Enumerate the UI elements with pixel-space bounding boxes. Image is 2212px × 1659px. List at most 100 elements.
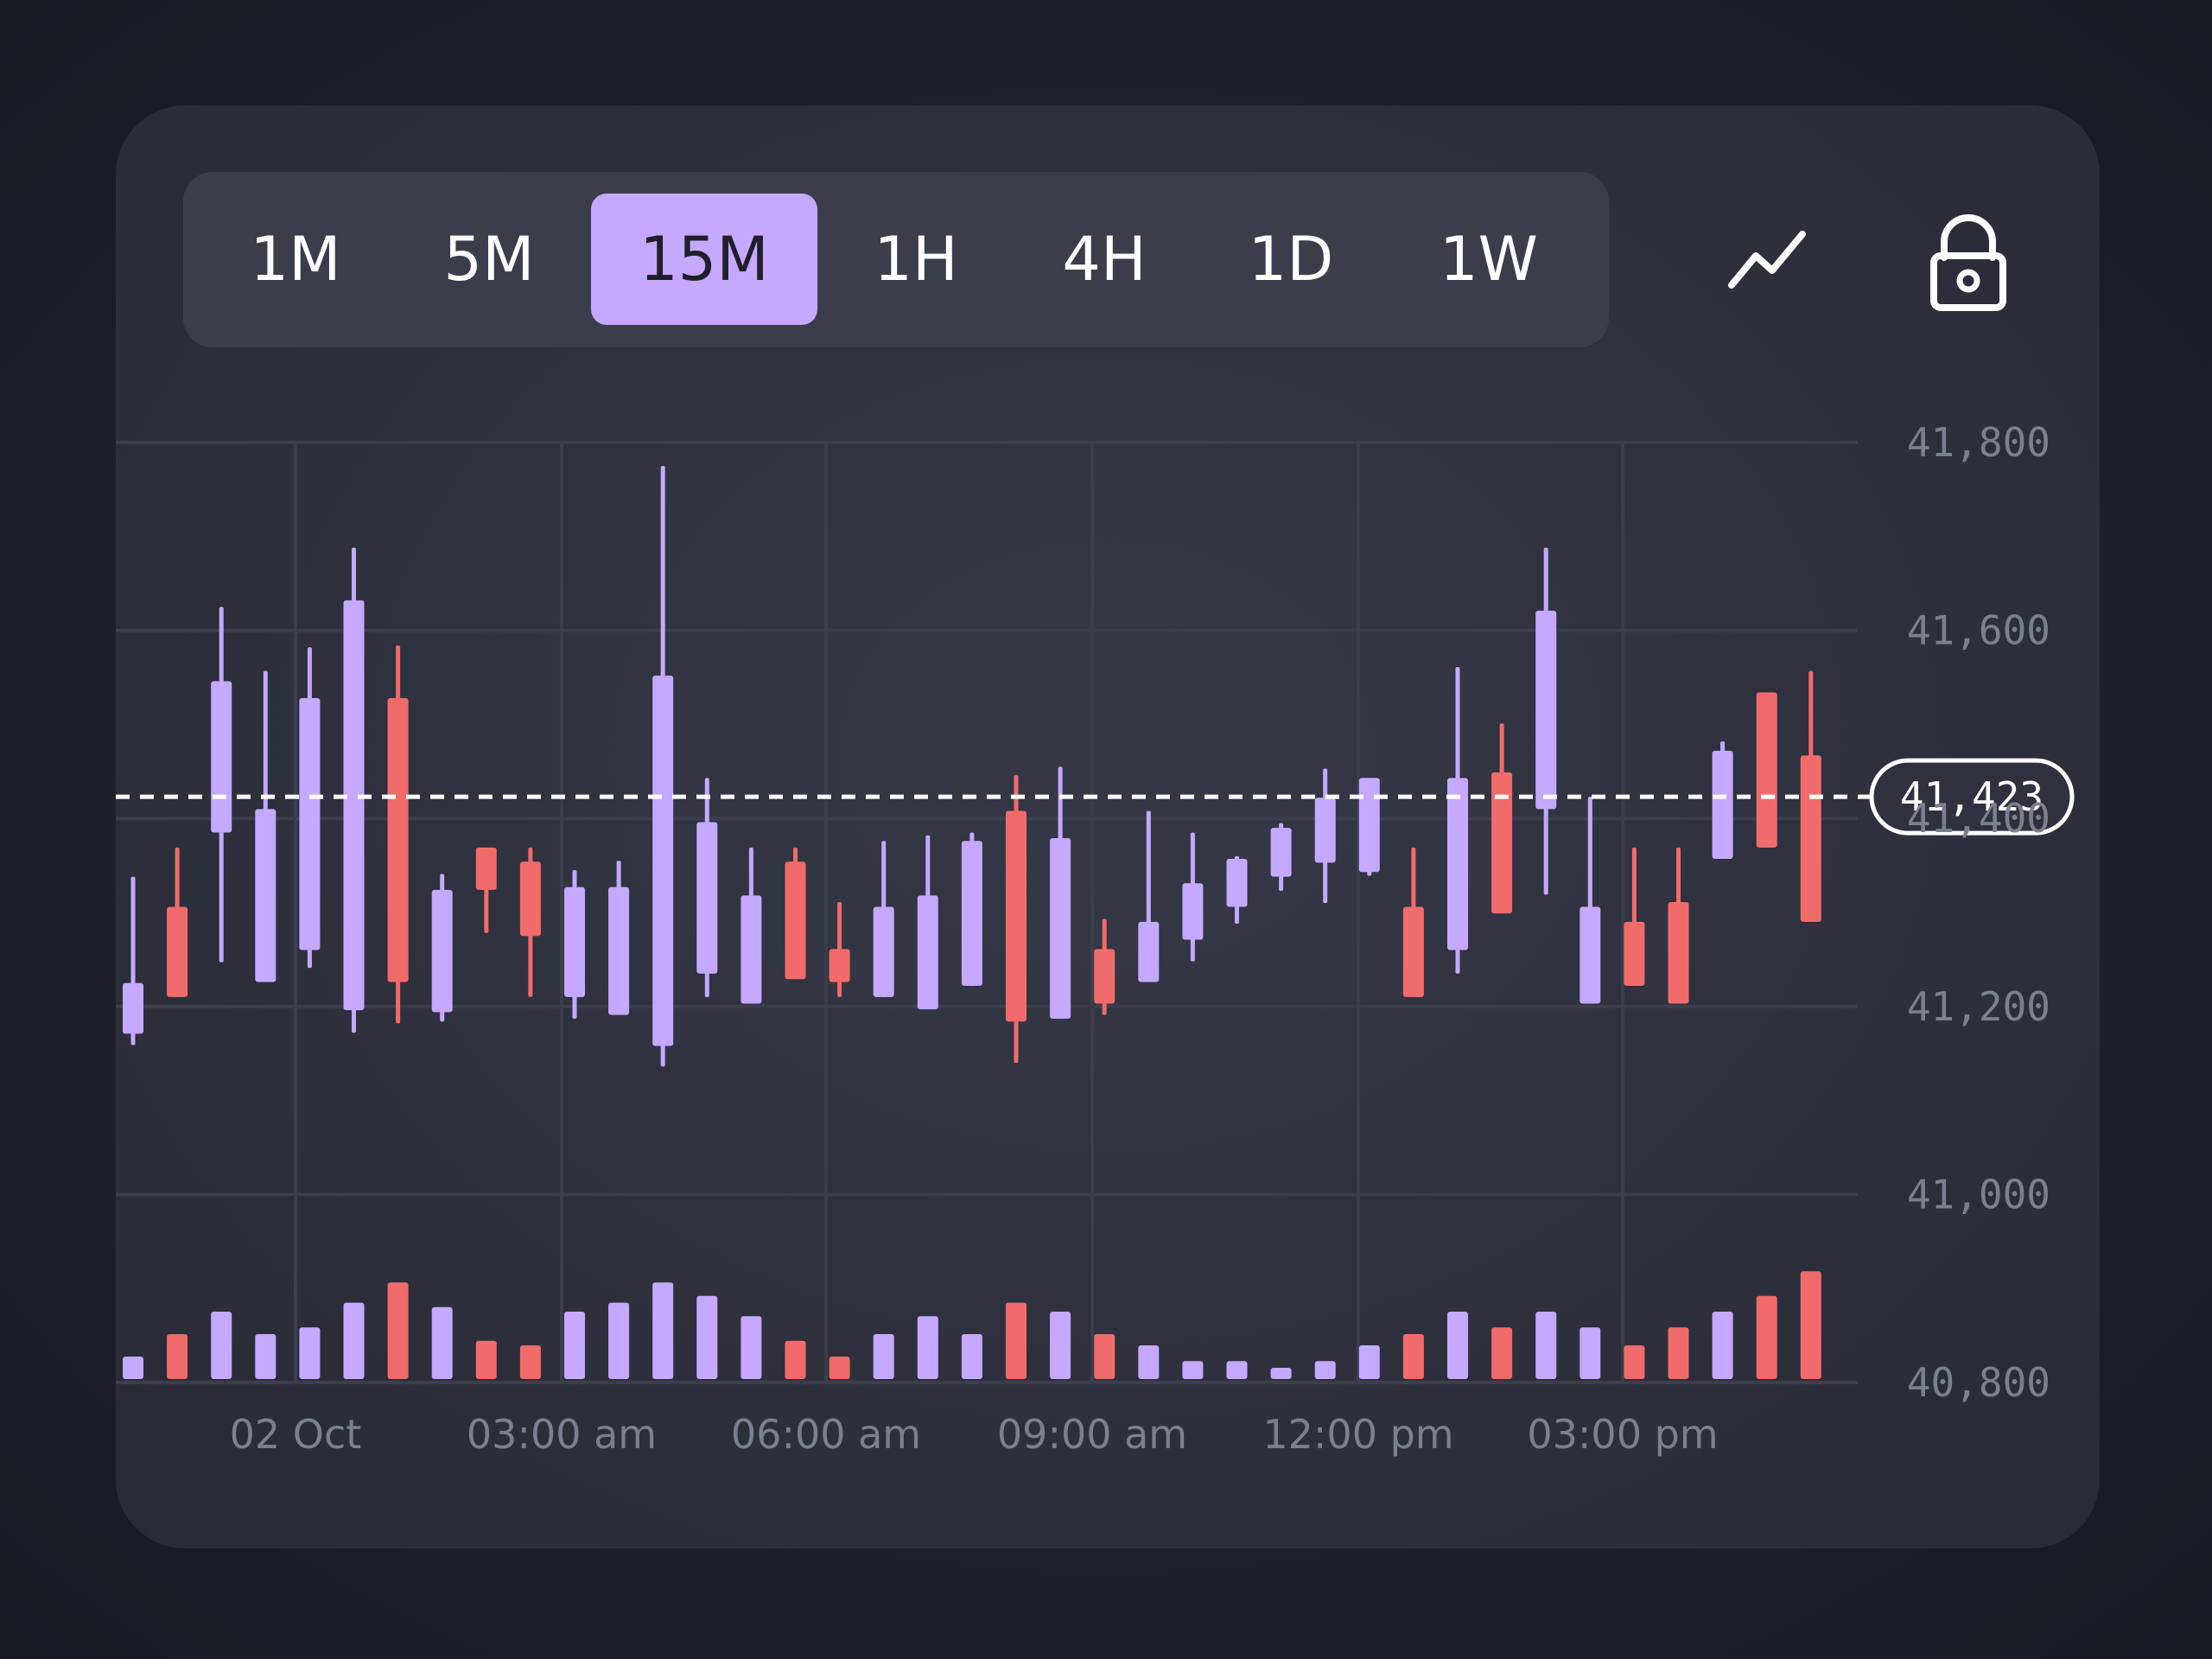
- volume-bar: [343, 1302, 365, 1379]
- volume-bar: [1226, 1361, 1248, 1379]
- candle-body: [652, 675, 674, 1046]
- candle-body: [1580, 906, 1601, 1004]
- candle-body: [1712, 750, 1733, 859]
- candle-body: [1138, 921, 1160, 982]
- volume-bar: [1006, 1302, 1027, 1379]
- volume-bar: [519, 1345, 541, 1379]
- volume-bar: [1624, 1345, 1645, 1379]
- candle-body: [1800, 755, 1821, 922]
- candle-body: [829, 949, 850, 982]
- candle-body: [1050, 838, 1071, 1019]
- candle-body: [255, 809, 276, 982]
- candle-body: [1314, 798, 1336, 863]
- candle-body: [475, 847, 497, 890]
- candle: [1712, 741, 1733, 859]
- volume-bar: [431, 1306, 453, 1379]
- candle-body: [343, 600, 365, 1011]
- candle-body: [431, 889, 453, 1013]
- candle-body: [123, 982, 143, 1034]
- candle: [1358, 778, 1380, 876]
- volume-bar: [255, 1334, 276, 1379]
- candle-body: [387, 697, 409, 982]
- candle: [608, 861, 630, 1015]
- candle: [917, 835, 938, 1010]
- candle: [1006, 775, 1027, 1064]
- candle: [255, 671, 276, 982]
- candle: [123, 876, 143, 1046]
- candle: [299, 647, 321, 969]
- candle-body: [917, 895, 938, 1010]
- candle: [1050, 766, 1071, 1019]
- volume-bar: [741, 1316, 762, 1379]
- candle: [167, 847, 188, 997]
- candle: [785, 847, 806, 980]
- volume-bar: [1402, 1334, 1424, 1379]
- candlestick-chart: 41,423 41,80041,60041,40041,20041,00040,…: [116, 419, 2075, 1458]
- volume-bar: [1800, 1271, 1821, 1379]
- candle-body: [696, 822, 718, 974]
- volume-bar: [1668, 1327, 1689, 1379]
- candle: [1094, 918, 1116, 1015]
- y-tick-label: 41,000: [1907, 1171, 2050, 1217]
- volume-bar: [1182, 1361, 1204, 1379]
- volume-bar: [299, 1327, 321, 1379]
- candle: [652, 466, 674, 1067]
- candle-body: [608, 887, 630, 1015]
- y-tick-label: 40,800: [1907, 1359, 2050, 1406]
- y-axis: 41,800 41,600 41,400 41,200 41,000 40,800: [1907, 419, 2050, 1406]
- candle-body: [1447, 778, 1468, 950]
- candle: [1624, 847, 1645, 986]
- candle-body: [1094, 949, 1116, 1004]
- volume-bar: [608, 1302, 630, 1379]
- candle-body: [1182, 883, 1204, 940]
- candle-body: [1756, 692, 1777, 848]
- x-tick-label: 03:00 pm: [1527, 1411, 1718, 1458]
- candle-body: [741, 895, 762, 1004]
- candle-body: [299, 697, 321, 950]
- candle: [564, 870, 585, 1019]
- volume-bar: [1535, 1312, 1557, 1379]
- candle-body: [564, 887, 585, 997]
- volume-bar: [564, 1312, 585, 1379]
- volume-bar: [211, 1312, 232, 1379]
- volume-bar: [1580, 1327, 1601, 1379]
- candle: [1447, 667, 1468, 974]
- candle: [1138, 810, 1160, 982]
- x-tick-label: 12:00 pm: [1262, 1411, 1453, 1458]
- volume-bar: [387, 1282, 409, 1379]
- candle: [1402, 847, 1424, 997]
- volume-bar: [475, 1340, 497, 1379]
- candle: [1226, 855, 1248, 925]
- x-axis: 02 Oct 03:00 am 06:00 am 09:00 am 12:00 pm 03…: [230, 1411, 1719, 1458]
- volume-bar: [123, 1357, 143, 1379]
- candle: [1756, 692, 1777, 848]
- volume-bar: [652, 1282, 674, 1379]
- volume-bar: [1050, 1312, 1071, 1379]
- candle-body: [1358, 778, 1380, 873]
- candles: [123, 466, 1821, 1067]
- candle: [1270, 823, 1292, 891]
- x-tick-label: 06:00 am: [731, 1411, 921, 1458]
- volume-bar: [785, 1340, 806, 1379]
- candle: [1314, 768, 1336, 904]
- candle-body: [1491, 772, 1513, 914]
- candle: [829, 902, 850, 997]
- candle-body: [1624, 921, 1645, 986]
- y-tick-label: 41,400: [1907, 795, 2050, 842]
- x-tick-label: 02 Oct: [230, 1411, 362, 1458]
- y-tick-label: 41,800: [1907, 419, 2050, 466]
- candle-body: [167, 906, 188, 997]
- candle: [1491, 723, 1513, 914]
- candle: [431, 874, 453, 1022]
- volume-bar: [1314, 1361, 1336, 1379]
- volume-bar: [696, 1295, 718, 1379]
- y-tick-label: 41,200: [1907, 983, 2050, 1030]
- volume-bar: [1358, 1345, 1380, 1379]
- volume-bar: [1491, 1327, 1513, 1379]
- candle: [696, 778, 718, 997]
- volume-bar: [873, 1334, 894, 1379]
- candle: [211, 607, 232, 963]
- y-tick-label: 41,600: [1907, 607, 2050, 654]
- candle: [475, 847, 497, 933]
- volume-bar: [1270, 1368, 1292, 1379]
